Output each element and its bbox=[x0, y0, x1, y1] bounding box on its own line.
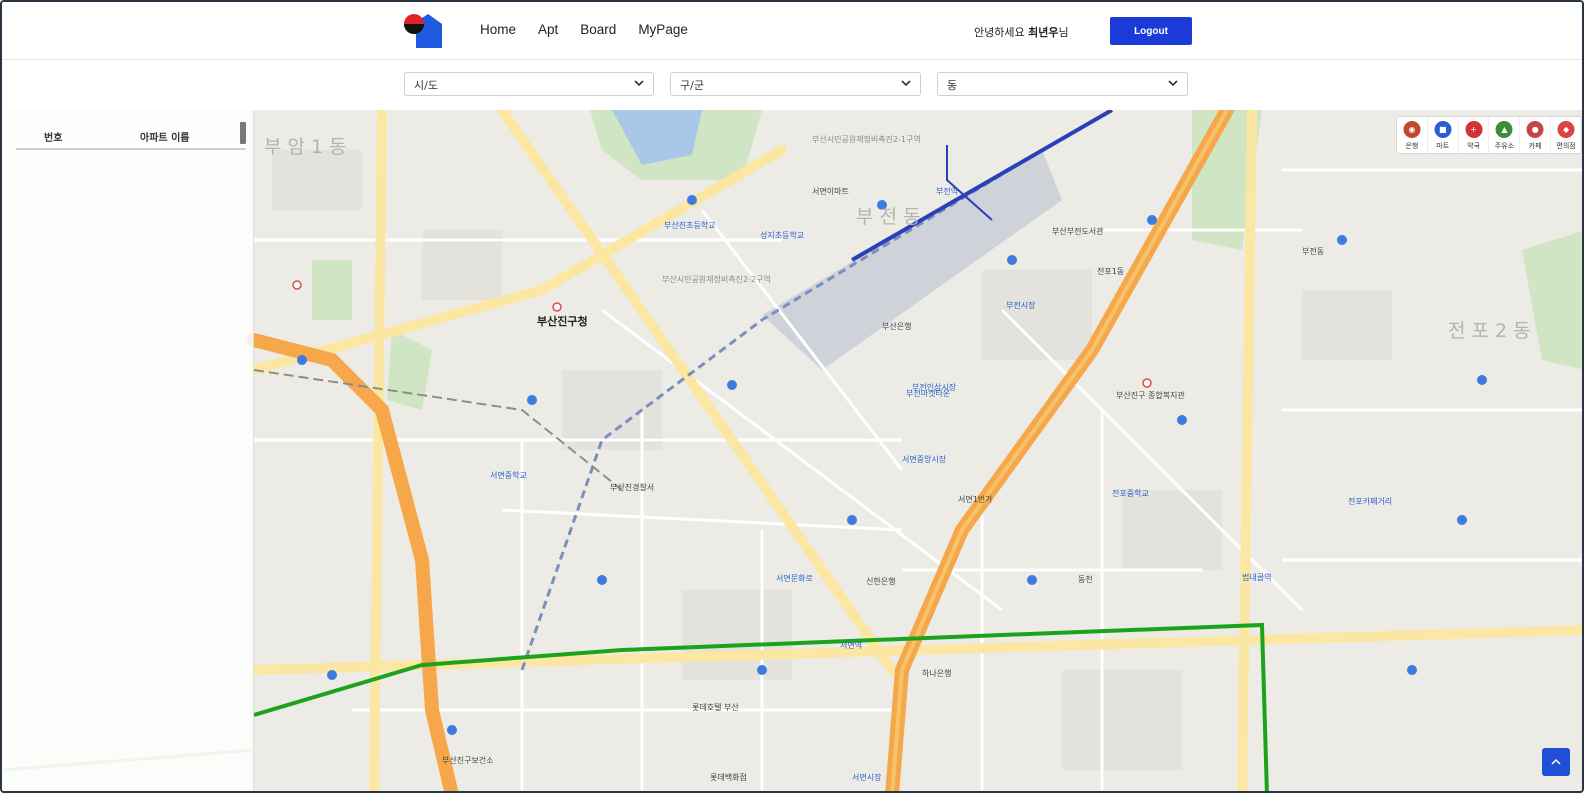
map-poi-label: 전포카페거리 bbox=[1348, 497, 1393, 506]
category-pharmacy[interactable]: + 약국 bbox=[1459, 117, 1490, 153]
map-poi-label: 서면문화로 bbox=[776, 574, 813, 583]
category-label: 편의점 bbox=[1556, 142, 1576, 150]
map-station-label: 부전역 bbox=[936, 187, 959, 196]
map-poi-label: 부산진경찰서 bbox=[610, 483, 655, 492]
category-label: 은행 bbox=[1405, 142, 1419, 150]
map-poi-label: 부산진구 종합복지관 bbox=[1116, 391, 1185, 400]
home-logo-icon[interactable] bbox=[402, 12, 444, 50]
map-poi-label: 서면시장 bbox=[852, 773, 882, 782]
chevron-down-icon bbox=[901, 80, 911, 87]
map-district-label: 부전동 bbox=[856, 206, 927, 228]
column-header-apt-name: 아파트 이름 bbox=[140, 133, 190, 144]
category-convenience-store[interactable]: ◆ 편의점 bbox=[1551, 117, 1581, 153]
gas-station-icon: ▲ bbox=[1495, 121, 1513, 138]
map-poi-label: 하나은행 bbox=[922, 669, 952, 678]
store-icon: ◆ bbox=[1557, 121, 1575, 138]
scroll-top-button[interactable] bbox=[1542, 748, 1570, 776]
map-area-label: 부산시민공원재정비촉진2-2구역 bbox=[662, 275, 771, 284]
map-poi-label: 부산은행 bbox=[882, 322, 912, 331]
map-poi-label: 신한은행 bbox=[866, 577, 896, 586]
sido-select-value: 시/도 bbox=[414, 79, 438, 92]
place-category-toolbar: ◉ 은행 ■ 마트 + 약국 ▲ 주유소 ● 카페 ◆ 편의점 bbox=[1396, 116, 1582, 154]
map-poi-label: 서면중학교 bbox=[490, 471, 527, 480]
apartment-table-header: 번호 아파트 이름 bbox=[16, 124, 246, 150]
category-label: 카페 bbox=[1528, 142, 1542, 150]
map-poi-label: 서면이마트 bbox=[812, 187, 849, 196]
pharmacy-icon: + bbox=[1465, 121, 1483, 138]
cart-icon: ■ bbox=[1434, 121, 1452, 138]
dong-select-value: 동 bbox=[947, 79, 958, 92]
category-gas-station[interactable]: ▲ 주유소 bbox=[1489, 117, 1521, 153]
map-station-label: 서면역 bbox=[840, 641, 863, 650]
map-poi-label: 전포1동 bbox=[1097, 267, 1125, 276]
map-poi-label: 부산진구청 bbox=[537, 315, 588, 328]
category-bank[interactable]: ◉ 은행 bbox=[1397, 117, 1428, 153]
region-filter-bar: 시/도 구/군 동 bbox=[2, 60, 1582, 110]
nav-mypage[interactable]: MyPage bbox=[638, 22, 688, 37]
category-label: 약국 bbox=[1467, 142, 1481, 150]
nav-home[interactable]: Home bbox=[480, 22, 516, 37]
greeting-suffix: 님 bbox=[1058, 26, 1069, 39]
gugun-select[interactable]: 구/군 bbox=[670, 72, 921, 96]
map-district-label: 전포2동 bbox=[1448, 320, 1537, 342]
coffee-icon: ● bbox=[1526, 121, 1544, 138]
user-greeting: 안녕하세요 최년우님 bbox=[974, 24, 1069, 40]
map-poi-label: 롯데백화점 bbox=[710, 773, 747, 782]
user-name: 최년우 bbox=[1028, 26, 1059, 39]
sido-select[interactable]: 시/도 bbox=[404, 72, 654, 96]
chevron-down-icon bbox=[634, 80, 644, 87]
map-poi-label: 부전동 bbox=[1302, 247, 1325, 256]
category-label: 주유소 bbox=[1494, 142, 1515, 150]
map-poi-label: 서면1번가 bbox=[958, 495, 993, 504]
map-area-label: 부산시민공원재정비촉진2-1구역 bbox=[812, 135, 921, 144]
map-poi-label: 전포중학교 bbox=[1112, 489, 1149, 498]
map-poi-label: 서면중앙시장 bbox=[902, 455, 947, 464]
map-poi-label: 부산부전도서관 bbox=[1052, 227, 1104, 236]
map-district-label: 부암1동 bbox=[264, 136, 353, 158]
map-poi-label: 부전시장 bbox=[1006, 301, 1036, 310]
map-station-label: 범내골역 bbox=[1242, 573, 1272, 582]
arrow-up-icon bbox=[1551, 758, 1561, 765]
category-mart[interactable]: ■ 마트 bbox=[1428, 117, 1459, 153]
bank-icon: ◉ bbox=[1403, 121, 1421, 138]
nav-board[interactable]: Board bbox=[580, 22, 616, 37]
map-poi-label: 부산진구보건소 bbox=[442, 756, 494, 765]
logout-button[interactable]: Logout bbox=[1110, 17, 1192, 45]
map-poi-label: 동천 bbox=[1078, 575, 1093, 584]
greeting-prefix: 안녕하세요 bbox=[974, 26, 1025, 39]
app-window: Home Apt Board MyPage 안녕하세요 최년우님 Logout … bbox=[0, 0, 1584, 793]
main-nav: Home Apt Board MyPage bbox=[480, 22, 688, 37]
top-header: Home Apt Board MyPage 안녕하세요 최년우님 Logout bbox=[2, 2, 1582, 60]
gugun-select-value: 구/군 bbox=[680, 79, 704, 92]
column-header-number: 번호 bbox=[44, 133, 63, 144]
map-poi-label: 롯데호텔 부산 bbox=[692, 703, 739, 712]
category-label: 마트 bbox=[1436, 142, 1450, 150]
map-poi-label: 부산진초등학교 bbox=[664, 221, 716, 230]
category-cafe[interactable]: ● 카페 bbox=[1520, 117, 1552, 153]
nav-apt[interactable]: Apt bbox=[538, 22, 558, 37]
map-poi-label: 부전인삼시장 bbox=[912, 383, 957, 392]
chevron-down-icon bbox=[1168, 80, 1178, 87]
map-poi-label: 성지초등학교 bbox=[760, 231, 805, 240]
list-scrollbar[interactable] bbox=[240, 122, 246, 144]
dong-select[interactable]: 동 bbox=[937, 72, 1188, 96]
apartment-list-panel: 번호 아파트 이름 bbox=[2, 110, 254, 791]
